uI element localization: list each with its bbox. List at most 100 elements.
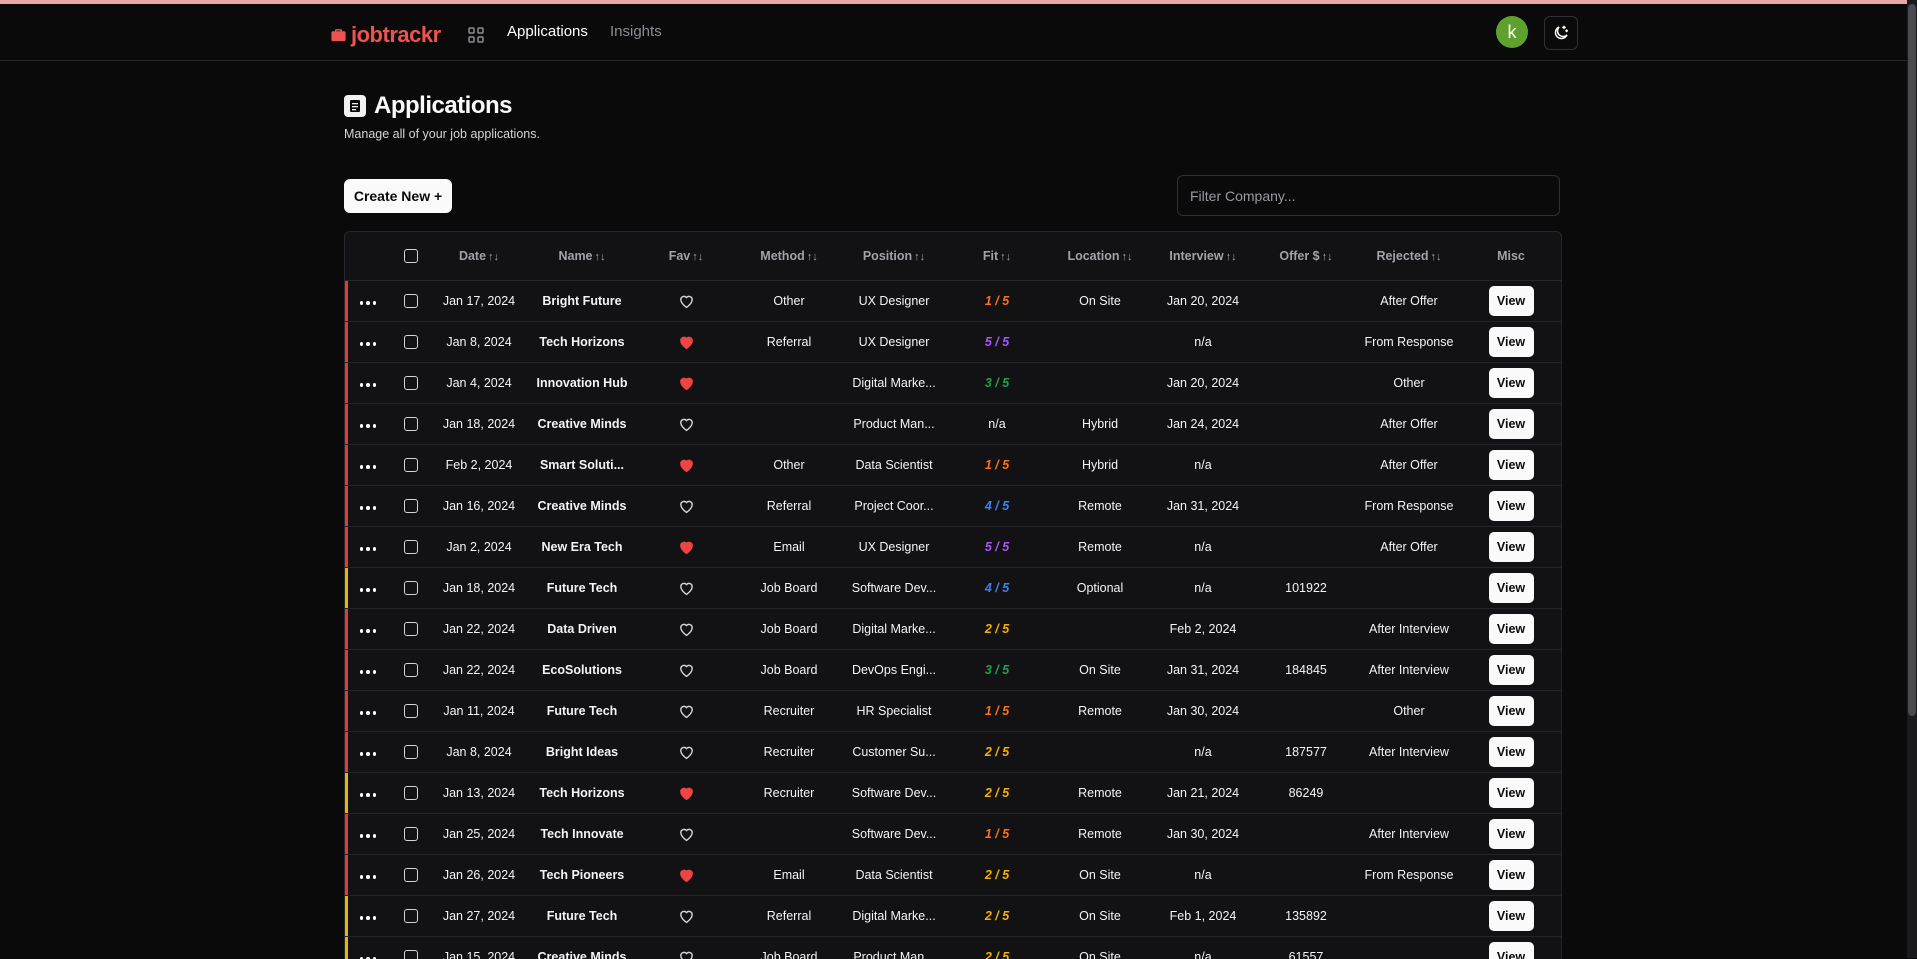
more-actions-icon[interactable]: [360, 629, 377, 633]
row-checkbox[interactable]: [404, 294, 418, 308]
view-button[interactable]: View: [1489, 491, 1534, 521]
more-actions-icon[interactable]: [360, 834, 377, 838]
row-checkbox[interactable]: [404, 786, 418, 800]
header-interview[interactable]: Interview↑↓: [1151, 232, 1255, 280]
heart-icon[interactable]: [678, 908, 695, 922]
row-checkbox[interactable]: [404, 909, 418, 923]
row-select-cell: [391, 690, 431, 731]
select-all-checkbox[interactable]: [404, 249, 418, 263]
view-button[interactable]: View: [1489, 286, 1534, 316]
heart-filled-icon[interactable]: [678, 539, 695, 553]
row-checkbox[interactable]: [404, 417, 418, 431]
view-button[interactable]: View: [1489, 942, 1534, 959]
table-row: Feb 2, 2024Smart Soluti...OtherData Scie…: [345, 444, 1561, 485]
heart-icon[interactable]: [678, 621, 695, 635]
heart-icon[interactable]: [678, 949, 695, 959]
more-actions-icon[interactable]: [360, 424, 377, 428]
nav-insights-link[interactable]: Insights: [610, 23, 662, 40]
heart-filled-icon[interactable]: [678, 867, 695, 881]
row-checkbox[interactable]: [404, 376, 418, 390]
more-actions-icon[interactable]: [360, 506, 377, 510]
header-rejected[interactable]: Rejected↑↓: [1357, 232, 1461, 280]
heart-icon[interactable]: [678, 826, 695, 840]
row-checkbox[interactable]: [404, 499, 418, 513]
row-checkbox[interactable]: [404, 622, 418, 636]
more-actions-icon[interactable]: [360, 711, 377, 715]
more-actions-icon[interactable]: [360, 465, 377, 469]
heart-filled-icon[interactable]: [678, 334, 695, 348]
more-actions-icon[interactable]: [360, 670, 377, 674]
heart-icon[interactable]: [678, 703, 695, 717]
position-cell: Software Dev...: [843, 567, 945, 608]
more-actions-icon[interactable]: [360, 875, 377, 879]
view-button[interactable]: View: [1489, 532, 1534, 562]
row-checkbox[interactable]: [404, 704, 418, 718]
theme-toggle-button[interactable]: [1544, 16, 1578, 50]
briefcase-icon: [330, 27, 347, 44]
row-checkbox[interactable]: [404, 540, 418, 554]
grid-icon[interactable]: [467, 26, 485, 44]
heart-icon[interactable]: [678, 580, 695, 594]
scrollbar-thumb[interactable]: [1908, 4, 1916, 716]
sort-icon: ↑↓: [807, 251, 818, 263]
row-checkbox[interactable]: [404, 663, 418, 677]
heart-filled-icon[interactable]: [678, 457, 695, 471]
view-button[interactable]: View: [1489, 655, 1534, 685]
heart-filled-icon[interactable]: [678, 785, 695, 799]
view-button[interactable]: View: [1489, 819, 1534, 849]
heart-filled-icon[interactable]: [678, 375, 695, 389]
row-checkbox[interactable]: [404, 581, 418, 595]
create-new-button[interactable]: Create New +: [344, 179, 452, 213]
heart-icon[interactable]: [678, 416, 695, 430]
more-actions-icon[interactable]: [360, 301, 377, 305]
user-avatar[interactable]: k: [1496, 16, 1528, 48]
view-button[interactable]: View: [1489, 737, 1534, 767]
header-fit[interactable]: Fit↑↓: [945, 232, 1049, 280]
header-fav[interactable]: Fav↑↓: [637, 232, 735, 280]
row-checkbox[interactable]: [404, 745, 418, 759]
row-checkbox[interactable]: [404, 868, 418, 882]
view-button[interactable]: View: [1489, 368, 1534, 398]
view-button[interactable]: View: [1489, 860, 1534, 890]
position-cell: Digital Marke...: [843, 362, 945, 403]
header-name[interactable]: Name↑↓: [527, 232, 637, 280]
view-button[interactable]: View: [1489, 450, 1534, 480]
more-actions-icon[interactable]: [360, 383, 377, 387]
view-button[interactable]: View: [1489, 901, 1534, 931]
page-scrollbar[interactable]: [1907, 0, 1917, 958]
more-actions-icon[interactable]: [360, 588, 377, 592]
nav-applications-link[interactable]: Applications: [507, 23, 588, 40]
row-checkbox[interactable]: [404, 335, 418, 349]
heart-icon[interactable]: [678, 744, 695, 758]
view-button[interactable]: View: [1489, 573, 1534, 603]
view-button[interactable]: View: [1489, 327, 1534, 357]
header-date[interactable]: Date↑↓: [431, 232, 527, 280]
row-checkbox[interactable]: [404, 458, 418, 472]
header-location[interactable]: Location↑↓: [1049, 232, 1151, 280]
view-button[interactable]: View: [1489, 696, 1534, 726]
more-actions-icon[interactable]: [360, 547, 377, 551]
view-button[interactable]: View: [1489, 778, 1534, 808]
heart-icon[interactable]: [678, 662, 695, 676]
header-position[interactable]: Position↑↓: [843, 232, 945, 280]
heart-icon[interactable]: [678, 498, 695, 512]
offer-cell: [1255, 280, 1357, 321]
company-name-cell: Tech Innovate: [527, 813, 637, 854]
location-cell: On Site: [1049, 280, 1151, 321]
more-actions-icon[interactable]: [360, 916, 377, 920]
method-cell: Job Board: [735, 649, 843, 690]
fit-cell: 4 / 5: [945, 567, 1049, 608]
view-button[interactable]: View: [1489, 614, 1534, 644]
filter-company-input[interactable]: [1177, 175, 1560, 216]
header-offer[interactable]: Offer $↑↓: [1255, 232, 1357, 280]
header-select-all[interactable]: [391, 232, 431, 280]
fav-cell: [637, 403, 735, 444]
view-button[interactable]: View: [1489, 409, 1534, 439]
header-method[interactable]: Method↑↓: [735, 232, 843, 280]
more-actions-icon[interactable]: [360, 793, 377, 797]
more-actions-icon[interactable]: [360, 752, 377, 756]
heart-icon[interactable]: [678, 293, 695, 307]
row-checkbox[interactable]: [404, 827, 418, 841]
app-logo[interactable]: jobtrackr: [330, 22, 441, 48]
more-actions-icon[interactable]: [360, 342, 377, 346]
